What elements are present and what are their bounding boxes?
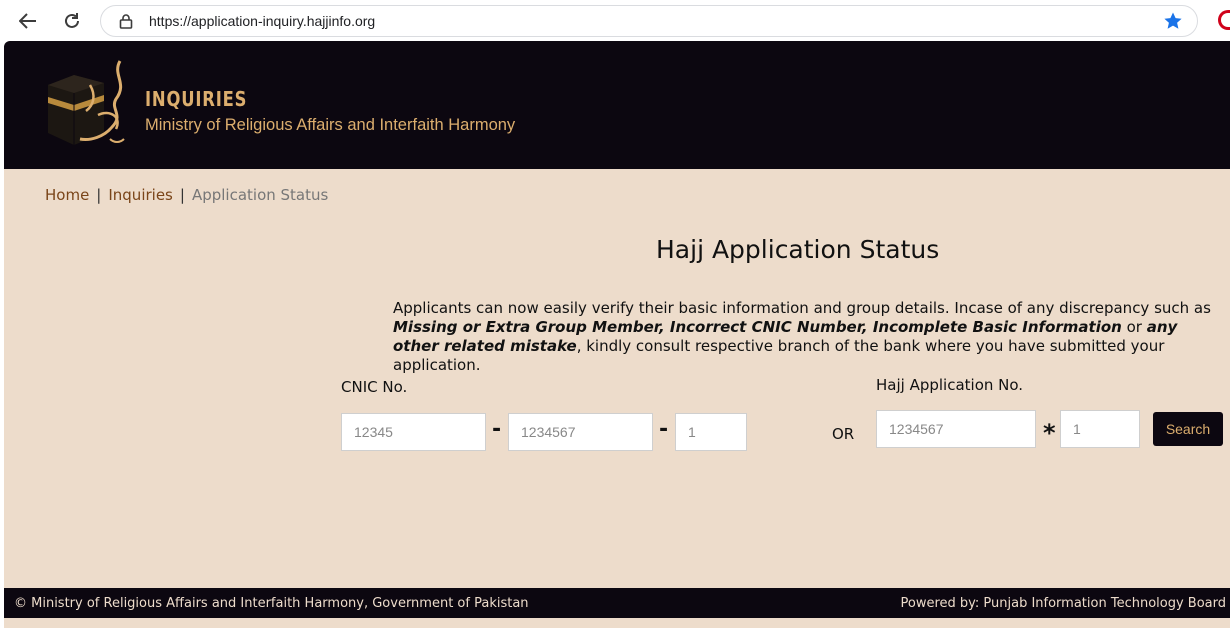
footer-powered-by: Powered by: Punjab Information Technolog… [900,596,1226,611]
cnic-part1-input[interactable]: 12345 [341,413,486,451]
cnic-dash: - [492,417,502,442]
breadcrumb-inquiries[interactable]: Inquiries [108,186,173,204]
cnic-part2-input[interactable]: 1234567 [508,413,653,451]
desc-text: Applicants can now easily verify their b… [393,299,1211,317]
application-number-input[interactable]: 1234567 [876,410,1036,448]
footer-copyright: © Ministry of Religious Affairs and Inte… [14,596,529,611]
cnic-part3-input[interactable]: 1 [675,413,747,451]
application-separator: * [1043,419,1056,447]
breadcrumb-home[interactable]: Home [45,186,89,204]
breadcrumb-separator: | [96,186,102,204]
page-title: Hajj Application Status [656,235,940,264]
reload-icon[interactable] [59,8,85,34]
extension-icon[interactable] [1218,10,1230,30]
search-button[interactable]: Search [1153,412,1223,446]
site-brand: INQUIRIES [145,87,248,111]
bookmark-star-icon[interactable] [1163,11,1183,31]
site-header: INQUIRIES Ministry of Religious Affairs … [4,41,1230,169]
breadcrumb-separator: | [179,186,185,204]
lock-icon[interactable] [119,13,133,29]
address-bar[interactable]: https://application-inquiry.hajjinfo.org [100,5,1198,37]
breadcrumb: Home | Inquiries | Application Status [45,186,328,204]
cnic-label: CNIC No. [341,378,408,396]
site-footer: © Ministry of Religious Affairs and Inte… [4,588,1230,618]
back-arrow-icon[interactable] [15,8,41,34]
kaaba-calligraphy-logo [40,55,140,151]
ministry-name: Ministry of Religious Affairs and Interf… [145,116,516,134]
application-suffix-input[interactable]: 1 [1060,410,1140,448]
instructions-text: Applicants can now easily verify their b… [393,299,1213,375]
page: INQUIRIES Ministry of Religious Affairs … [4,41,1230,628]
application-no-label: Hajj Application No. [876,376,1024,394]
desc-emphasis: Missing or Extra Group Member, Incorrect… [393,318,1122,336]
browser-toolbar: https://application-inquiry.hajjinfo.org [0,0,1230,42]
cnic-dash: - [659,417,669,442]
desc-text: or [1121,318,1147,336]
breadcrumb-current: Application Status [191,186,329,204]
url-text[interactable]: https://application-inquiry.hajjinfo.org [149,13,375,29]
or-separator: OR [832,425,855,443]
